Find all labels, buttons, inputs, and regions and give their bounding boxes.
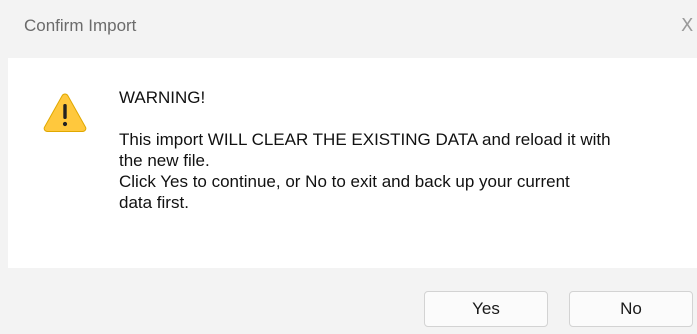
title-bar[interactable]: Confirm Import X xyxy=(0,0,697,58)
warning-icon xyxy=(43,93,87,132)
message-line: Click Yes to continue, or No to exit and… xyxy=(119,172,570,191)
message-area: WARNING! This import WILL CLEAR THE EXIS… xyxy=(8,58,697,268)
close-button[interactable]: X xyxy=(681,14,697,38)
yes-button[interactable]: Yes xyxy=(424,291,548,327)
confirm-import-dialog: Confirm Import X WARNING! This import WI… xyxy=(0,0,697,334)
message-text: WARNING! This import WILL CLEAR THE EXIS… xyxy=(119,87,679,213)
message-line: This import WILL CLEAR THE EXISTING DATA… xyxy=(119,130,611,149)
button-bar: Yes No xyxy=(0,268,697,334)
message-line: data first. xyxy=(119,193,189,212)
message-line: the new file. xyxy=(119,151,210,170)
no-button[interactable]: No xyxy=(569,291,693,327)
warning-heading: WARNING! xyxy=(119,88,206,107)
window-title: Confirm Import xyxy=(24,16,137,35)
